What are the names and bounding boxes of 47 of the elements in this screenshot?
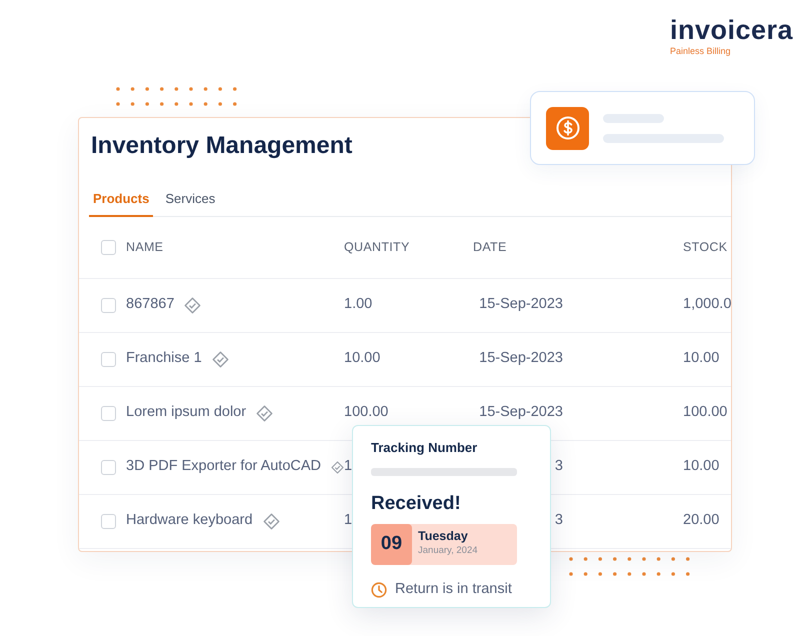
status-note: Return is in transit <box>395 580 512 599</box>
stock-text: 1,000.0 <box>683 296 731 312</box>
tracking-label: Tracking Number <box>371 439 478 457</box>
stock-text: 10.00 <box>683 458 720 474</box>
checkbox[interactable] <box>101 298 116 312</box>
weekday: Tuesday <box>418 530 469 544</box>
day-number: 09 <box>371 524 412 565</box>
product-name: 3D PDF Exporter for AutoCAD <box>126 457 322 476</box>
month-year: January, 2024 <box>418 544 478 558</box>
date-text: 15-Sep-2023 <box>478 403 563 422</box>
checkbox[interactable] <box>101 406 116 420</box>
product-name: 867867 <box>126 295 174 314</box>
column-header: QUANTITY <box>344 240 410 254</box>
dollar-icon <box>546 106 589 150</box>
stock-text: 100.00 <box>683 404 728 420</box>
quantity-text: 10.00 <box>344 350 380 366</box>
panel-title: Inventory Management <box>91 131 352 161</box>
verified-icon <box>212 350 229 368</box>
stock-text: 10.00 <box>683 350 720 366</box>
quantity-text: 1.00 <box>344 296 372 312</box>
verified-icon <box>331 458 344 476</box>
date-text: 15-Sep-2023 <box>478 295 563 314</box>
clock-icon <box>371 582 387 598</box>
checkbox[interactable] <box>101 240 116 254</box>
brand-tagline: Painless Billing <box>670 47 732 56</box>
quantity-text: 100.00 <box>344 404 388 420</box>
checkbox[interactable] <box>101 460 116 474</box>
checkbox[interactable] <box>101 514 116 528</box>
verified-icon <box>262 512 280 530</box>
product-name: Franchise 1 <box>126 349 202 368</box>
status-heading: Received! <box>371 492 462 516</box>
verified-icon <box>256 404 274 422</box>
checkbox[interactable] <box>101 352 116 366</box>
date-text: 3 <box>554 457 563 476</box>
date-text: 15-Sep-2023 <box>478 349 563 368</box>
column-header: DATE <box>473 240 507 254</box>
verified-icon <box>184 296 202 314</box>
brand-name: invoicera <box>670 17 794 44</box>
tab[interactable]: Services <box>161 184 220 216</box>
stock-text: 20.00 <box>683 512 720 528</box>
column-header: NAME <box>126 240 164 254</box>
product-name: Hardware keyboard <box>126 511 253 530</box>
quantity-text: 1 <box>344 458 352 474</box>
quantity-text: 1 <box>344 512 352 528</box>
date-text: 3 <box>554 511 563 530</box>
column-header: STOCK <box>683 240 728 254</box>
product-name: Lorem ipsum dolor <box>126 403 246 422</box>
